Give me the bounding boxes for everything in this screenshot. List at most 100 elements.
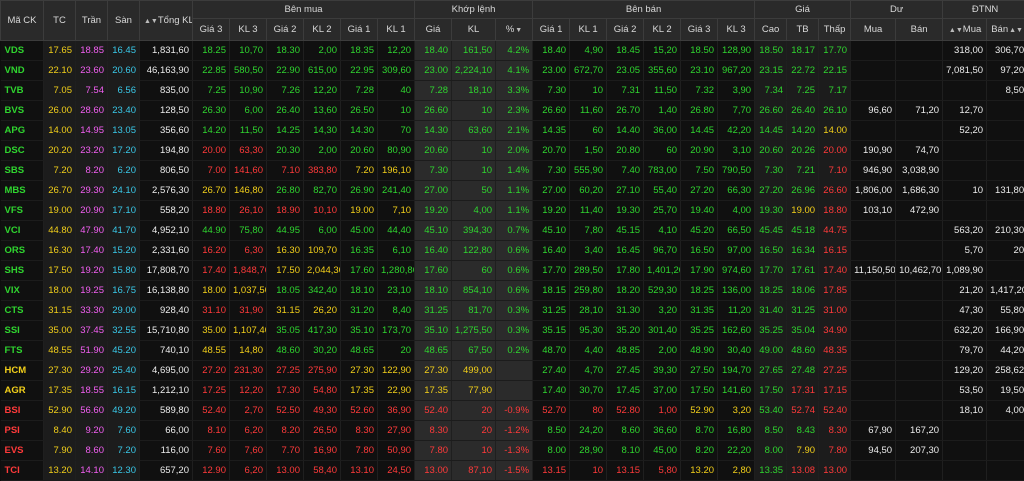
header-row-groups: Mã CK TC Trần Sàn ▲▼Tổng KL Bên mua Khớp… <box>1 1 1024 19</box>
col-buy-vol2-cell: 58,40 <box>304 461 341 481</box>
col-remain-sell-header[interactable]: Bán <box>896 19 943 41</box>
symbol-cell[interactable]: APG <box>1 121 44 141</box>
table-row[interactable]: DSC20.2023.2017.20194,8020.0063,3020.302… <box>1 141 1024 161</box>
table-row[interactable]: VIX18.0019.2516.7516,138,8018.001,037,50… <box>1 281 1024 301</box>
table-row[interactable]: TVB7.057.546.56835,007.2510,907.2612,207… <box>1 81 1024 101</box>
symbol-cell[interactable]: PSI <box>1 421 44 441</box>
table-row[interactable]: TCI13.2014.1012.30657,2012.906,2013.0058… <box>1 461 1024 481</box>
symbol-cell[interactable]: VFS <box>1 201 44 221</box>
col-total-volume-cell: 928,40 <box>140 301 193 321</box>
col-buy-vol1-cell: 20 <box>378 341 415 361</box>
symbol-cell[interactable]: VND <box>1 61 44 81</box>
col-buy-price3-header[interactable]: Giá 3 <box>193 19 230 41</box>
col-total-volume-header[interactable]: ▲▼Tổng KL <box>140 1 193 41</box>
col-ref-cell: 19.00 <box>44 201 76 221</box>
col-sell-vol1-header[interactable]: KL 1 <box>570 19 607 41</box>
col-foreign-sell-cell: 166,90 <box>987 321 1024 341</box>
table-row[interactable]: FTS48.5551.9045.20740,1048.5514,8048.603… <box>1 341 1024 361</box>
col-foreign-buy-header[interactable]: ▲▼Mua <box>943 19 987 41</box>
col-buy-price2-cell: 14.25 <box>267 121 304 141</box>
col-sell-price1-header[interactable]: Giá 1 <box>533 19 570 41</box>
table-row[interactable]: VCI44.8047.9041.704,952,1044.9075,8044.9… <box>1 221 1024 241</box>
col-buy-vol2-header[interactable]: KL 2 <box>304 19 341 41</box>
col-avg-header[interactable]: TB <box>787 19 819 41</box>
col-change-percent-header[interactable]: %▼ <box>496 19 533 41</box>
col-ref-cell: 7.05 <box>44 81 76 101</box>
col-sell-vol1-cell: 672,70 <box>570 61 607 81</box>
col-ref-header[interactable]: TC <box>44 1 76 41</box>
table-row[interactable]: CTS31.1533.3029.00928,4031.1031,9031.152… <box>1 301 1024 321</box>
col-buy-vol1-header[interactable]: KL 1 <box>378 19 415 41</box>
col-low-header[interactable]: Thấp <box>819 19 851 41</box>
symbol-cell[interactable]: TVB <box>1 81 44 101</box>
table-row[interactable]: MBS26.7029.3024.102,576,3026.70146,8026.… <box>1 181 1024 201</box>
symbol-cell[interactable]: BSI <box>1 401 44 421</box>
symbol-cell[interactable]: CTS <box>1 301 44 321</box>
col-buy-price1-header[interactable]: Giá 1 <box>341 19 378 41</box>
table-row[interactable]: AGR17.3518.5516.151,212,1017.2512,2017.3… <box>1 381 1024 401</box>
col-high-header[interactable]: Cao <box>755 19 787 41</box>
col-remain-buy-cell: 94,50 <box>851 441 896 461</box>
col-sell-vol2-header[interactable]: KL 2 <box>644 19 681 41</box>
col-low-cell: 17.70 <box>819 41 851 61</box>
col-symbol-header[interactable]: Mã CK <box>1 1 44 41</box>
table-row[interactable]: HCM27.3029.2025.404,695,0027.20231,3027.… <box>1 361 1024 381</box>
table-row[interactable]: ORS16.3017.4015.202,331,6016.206,3016.30… <box>1 241 1024 261</box>
table-row[interactable]: VND22.1023.6020.6046,163,9022.85580,5022… <box>1 61 1024 81</box>
symbol-cell[interactable]: HCM <box>1 361 44 381</box>
table-row[interactable]: EVS7.908.607.20116,007.607,607.7016,907.… <box>1 441 1024 461</box>
col-sell-price2-header[interactable]: Giá 2 <box>607 19 644 41</box>
symbol-cell[interactable]: SBS <box>1 161 44 181</box>
col-buy-price2-header[interactable]: Giá 2 <box>267 19 304 41</box>
col-match-price-header[interactable]: Giá <box>415 19 452 41</box>
col-sell-vol3-cell: 128,90 <box>718 41 755 61</box>
symbol-cell[interactable]: VIX <box>1 281 44 301</box>
symbol-cell[interactable]: VCI <box>1 221 44 241</box>
symbol-cell[interactable]: TCI <box>1 461 44 481</box>
symbol-cell[interactable]: EVS <box>1 441 44 461</box>
col-buy-price2-cell: 18.05 <box>267 281 304 301</box>
col-sell-price3-cell: 17.90 <box>681 261 718 281</box>
symbol-cell[interactable]: SHS <box>1 261 44 281</box>
col-sell-vol3-header[interactable]: KL 3 <box>718 19 755 41</box>
symbol-cell[interactable]: SSI <box>1 321 44 341</box>
table-row[interactable]: VDS17.6518.8516.451,831,6018.2510,7018.3… <box>1 41 1024 61</box>
table-row[interactable]: SSI35.0037.4532.5515,710,8035.001,107,40… <box>1 321 1024 341</box>
table-row[interactable]: APG14.0014.9513.05356,6014.2011,5014.251… <box>1 121 1024 141</box>
symbol-cell[interactable]: AGR <box>1 381 44 401</box>
symbol-cell[interactable]: VDS <box>1 41 44 61</box>
col-buy-vol3-header[interactable]: KL 3 <box>230 19 267 41</box>
col-buy-price1-cell: 26.50 <box>341 101 378 121</box>
foreign-sell-label: Bán <box>991 24 1008 35</box>
col-remain-buy-cell: 190,90 <box>851 141 896 161</box>
col-remain-buy-header[interactable]: Mua <box>851 19 896 41</box>
table-row[interactable]: PSI8.409.207.6066,008.106,208.2026,508.3… <box>1 421 1024 441</box>
symbol-cell[interactable]: MBS <box>1 181 44 201</box>
col-match-volume-cell: 2,224,10 <box>452 61 496 81</box>
table-row[interactable]: SHS17.5019.2015.8017,808,7017.401,848,70… <box>1 261 1024 281</box>
table-row[interactable]: BVS26.0028.6023.40128,5026.306,0026.4013… <box>1 101 1024 121</box>
col-sell-price3-header[interactable]: Giá 3 <box>681 19 718 41</box>
table-row[interactable]: SBS7.208.206.20806,507.00141,607.10383,8… <box>1 161 1024 181</box>
col-low-cell: 7.80 <box>819 441 851 461</box>
col-match-volume-header[interactable]: KL <box>452 19 496 41</box>
col-remain-buy-cell: 67,90 <box>851 421 896 441</box>
col-buy-price2-cell: 27.25 <box>267 361 304 381</box>
symbol-cell[interactable]: BVS <box>1 101 44 121</box>
col-match-volume-cell: 77,90 <box>452 381 496 401</box>
col-change-percent-cell: -1.2% <box>496 421 533 441</box>
col-sell-vol3-cell: 3,90 <box>718 81 755 101</box>
col-sell-price2-cell: 45.15 <box>607 221 644 241</box>
col-ceiling-header[interactable]: Trần <box>76 1 108 41</box>
col-remain-sell-cell <box>896 341 943 361</box>
symbol-cell[interactable]: FTS <box>1 341 44 361</box>
col-floor-header[interactable]: Sàn <box>108 1 140 41</box>
col-low-cell: 8.30 <box>819 421 851 441</box>
table-row[interactable]: BSI52.9056.6049.20589,8052.402,7052.5049… <box>1 401 1024 421</box>
symbol-cell[interactable]: DSC <box>1 141 44 161</box>
col-sell-vol2-cell: 25,70 <box>644 201 681 221</box>
table-row[interactable]: VFS19.0020.9017.10558,2018.8026,1018.901… <box>1 201 1024 221</box>
symbol-cell[interactable]: ORS <box>1 241 44 261</box>
col-foreign-sell-header[interactable]: Bán▲▼ <box>987 19 1024 41</box>
col-ref-cell: 22.10 <box>44 61 76 81</box>
